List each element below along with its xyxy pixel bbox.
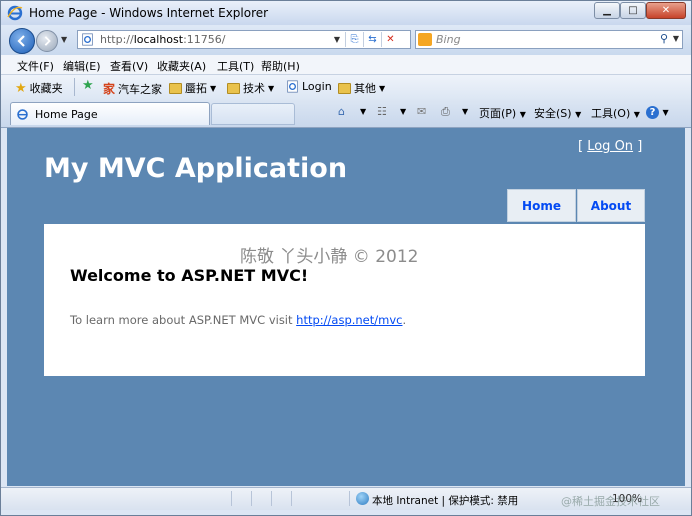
main-panel: 陈敬 丫头小静 © 2012 Welcome to ASP.NET MVC! T… — [44, 224, 645, 376]
maximize-icon: □ — [628, 5, 638, 16]
maximize-button[interactable]: □ — [620, 2, 646, 19]
status-divider — [349, 491, 350, 506]
favorite-item-login[interactable]: Login — [286, 80, 332, 93]
close-button[interactable]: ✕ — [646, 2, 686, 19]
search-dropdown-icon[interactable]: ▼ — [673, 34, 679, 43]
ie-page-icon — [17, 109, 28, 120]
address-dropdown-icon[interactable]: ▼ — [331, 32, 343, 47]
title-bar: Home Page - Windows Internet Explorer ▁ … — [1, 1, 691, 25]
status-divider — [231, 491, 232, 506]
tab-row: Home Page ⌂ ▼ ☷ ▼ ✉ ⎙ ▼ 页面(P) ▼ 安全(S) ▼ … — [1, 99, 691, 128]
folder-icon — [338, 82, 351, 94]
folder-icon — [169, 82, 182, 94]
site-title: My MVC Application — [44, 153, 348, 184]
help-icon: ? — [646, 106, 659, 119]
forward-button[interactable] — [36, 30, 58, 52]
ie-logo-icon — [7, 5, 23, 21]
search-input[interactable]: Bing — [436, 33, 461, 46]
add-to-favorites-icon: ★ — [82, 78, 94, 93]
menu-file[interactable]: 文件(F) — [17, 58, 54, 74]
nav-about[interactable]: About — [577, 189, 645, 222]
arrow-left-icon — [17, 35, 25, 47]
menu-tools[interactable]: 工具(T) — [217, 58, 254, 74]
compatibility-view-icon[interactable]: ⎘ — [345, 32, 363, 47]
feeds-icon[interactable]: ☷ — [377, 105, 387, 118]
divider — [74, 78, 75, 96]
minimize-icon: ▁ — [603, 5, 611, 16]
address-row: ▼ http://localhost:11756/ ▼ ⎘ ⇆ ✕ Bing ⚲… — [1, 25, 691, 55]
safety-menu-button[interactable]: 安全(S) ▼ — [534, 105, 581, 121]
status-divider — [271, 491, 272, 506]
home-icon[interactable]: ⌂ — [338, 105, 345, 118]
search-box[interactable]: Bing ⚲ ▼ — [415, 30, 683, 49]
chevron-down-icon[interactable]: ▼ — [400, 107, 406, 116]
page-menu-button[interactable]: 页面(P) ▼ — [479, 105, 526, 121]
star-icon: ★ — [15, 80, 27, 96]
favorite-folder-1[interactable]: 蜃拓 ▼ — [169, 80, 216, 96]
menu-help[interactable]: 帮助(H) — [261, 58, 300, 74]
asp-net-mvc-link[interactable]: http://asp.net/mvc — [296, 313, 402, 327]
new-tab-button[interactable] — [211, 103, 295, 125]
tab-home-page[interactable]: Home Page — [10, 102, 210, 125]
welcome-heading: Welcome to ASP.NET MVC! — [70, 266, 309, 285]
security-zone-text[interactable]: 本地 Intranet | 保护模式: 禁用 — [372, 493, 518, 508]
chevron-down-icon[interactable]: ▼ — [462, 107, 468, 116]
page-content: My MVC Application [ Log On ] Home About… — [7, 128, 685, 486]
zoom-level[interactable]: 100% — [612, 493, 642, 505]
print-icon[interactable]: ⎙ — [441, 105, 450, 119]
status-divider — [291, 491, 292, 506]
minimize-button[interactable]: ▁ — [594, 2, 620, 19]
tab-label: Home Page — [35, 108, 98, 121]
folder-icon — [227, 82, 240, 94]
intro-paragraph: To learn more about ASP.NET MVC visit ht… — [70, 313, 407, 327]
search-icon[interactable]: ⚲ — [660, 32, 668, 45]
arrow-right-icon — [44, 36, 51, 46]
favorites-button[interactable]: ★ 收藏夹 — [15, 80, 63, 96]
stop-icon[interactable]: ✕ — [381, 32, 399, 47]
status-divider — [251, 491, 252, 506]
chevron-down-icon[interactable]: ▼ — [360, 107, 366, 116]
add-favorite-button[interactable]: ★ — [82, 78, 94, 93]
intranet-zone-icon — [356, 492, 369, 505]
tools-menu-button[interactable]: 工具(O) ▼ — [591, 105, 640, 121]
corner-watermark: @稀土掘金技术社区 — [561, 495, 660, 508]
mail-icon[interactable]: ✉ — [417, 105, 426, 118]
menu-edit[interactable]: 编辑(E) — [63, 58, 101, 74]
favorites-bar: ★ 收藏夹 ★ 家 汽车之家 蜃拓 ▼ 技术 ▼ Login 其他 ▼ — [1, 75, 691, 99]
menu-favorites[interactable]: 收藏夹(A) — [157, 58, 206, 74]
menu-bar: 文件(F) 编辑(E) 查看(V) 收藏夹(A) 工具(T) 帮助(H) — [1, 55, 691, 75]
favorite-item-autohome[interactable]: 家 汽车之家 — [103, 80, 162, 97]
login-display: [ Log On ] — [578, 139, 643, 154]
status-bar: 本地 Intranet | 保护模式: 禁用 @稀土掘金技术社区 100% — [1, 487, 691, 510]
nav-home[interactable]: Home — [507, 189, 576, 222]
close-icon: ✕ — [661, 5, 671, 16]
chevron-down-icon: ▼ — [268, 83, 275, 93]
favorite-folder-tech[interactable]: 技术 ▼ — [227, 80, 274, 96]
refresh-icon[interactable]: ⇆ — [363, 32, 381, 47]
log-on-link[interactable]: Log On — [587, 139, 633, 154]
page-icon — [82, 33, 93, 46]
browser-window: Home Page - Windows Internet Explorer ▁ … — [0, 0, 692, 516]
chevron-down-icon: ▼ — [210, 83, 217, 93]
url-text[interactable]: http://localhost:11756/ — [100, 33, 226, 46]
autohome-icon: 家 — [103, 82, 116, 96]
address-bar[interactable]: http://localhost:11756/ ▼ ⎘ ⇆ ✕ — [77, 30, 411, 49]
favorite-folder-other[interactable]: 其他 ▼ — [338, 80, 385, 96]
page-icon — [287, 80, 298, 93]
window-title: Home Page - Windows Internet Explorer — [29, 6, 269, 20]
help-menu-button[interactable]: ? ▼ — [646, 105, 669, 119]
chevron-down-icon: ▼ — [379, 83, 386, 93]
watermark-text: 陈敬 丫头小静 © 2012 — [240, 247, 419, 267]
back-button[interactable] — [9, 28, 35, 54]
menu-view[interactable]: 查看(V) — [110, 58, 148, 74]
bing-logo-icon — [418, 33, 432, 46]
history-dropdown-icon[interactable]: ▼ — [61, 35, 67, 44]
